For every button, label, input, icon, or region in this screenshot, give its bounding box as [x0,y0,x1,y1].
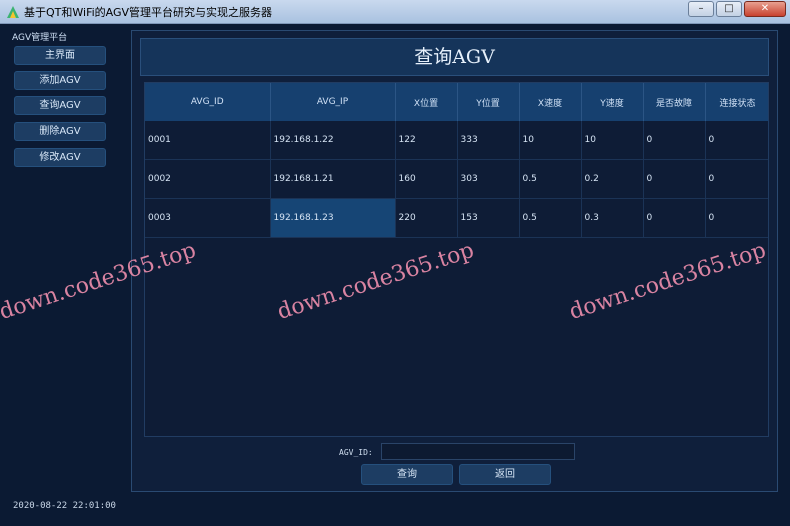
table-cell[interactable]: 0.5 [519,159,582,199]
maximize-button[interactable]: □ [716,1,742,17]
sidebar-item-delete-agv[interactable]: 删除AGV [14,122,106,141]
back-button[interactable]: 返回 [459,464,551,485]
table-cell[interactable]: 0.3 [581,198,644,238]
minimize-button[interactable]: – [688,1,714,17]
sidebar-item-add-agv[interactable]: 添加AGV [14,71,106,90]
datetime-label: 2020-08-22 22:01:00 [13,501,116,511]
sidebar-item-home[interactable]: 主界面 [14,46,106,65]
table-cell[interactable]: 333 [457,121,520,160]
column-header[interactable]: AVG_ID [145,83,271,121]
table-cell[interactable]: 160 [395,159,458,199]
table-cell[interactable]: 0 [705,198,768,238]
column-header[interactable]: Y位置 [457,83,520,121]
table-cell[interactable]: 220 [395,198,458,238]
agv-id-input[interactable] [381,443,575,460]
table-row[interactable]: 0002 192.168.1.21 160 303 0.5 0.2 0 0 [145,159,768,199]
table-cell[interactable]: 153 [457,198,520,238]
table-row[interactable]: 0001 192.168.1.22 122 333 10 10 0 0 [145,121,768,160]
table-cell[interactable]: 192.168.1.22 [270,121,396,160]
app-icon [7,6,19,18]
table-cell[interactable]: 0.2 [581,159,644,199]
table-cell[interactable]: 0 [643,159,706,199]
table-cell[interactable]: 192.168.1.21 [270,159,396,199]
table-cell[interactable]: 0 [705,121,768,160]
sidebar-item-query-agv[interactable]: 查询AGV [14,96,106,115]
table-header-row: AVG_ID AVG_IP X位置 Y位置 X速度 Y速度 是否故障 连接状态 [145,83,768,121]
table-cell[interactable]: 122 [395,121,458,160]
table-cell-selected[interactable]: 192.168.1.23 [270,198,396,238]
window-title: 基于QT和WiFi的AGV管理平台研究与实现之服务器 [24,6,273,19]
table-cell[interactable]: 10 [519,121,582,160]
table-cell[interactable]: 0 [643,198,706,238]
table-cell[interactable]: 0 [705,159,768,199]
table-row[interactable]: 0003 192.168.1.23 220 153 0.5 0.3 0 0 [145,198,768,238]
column-header[interactable]: 连接状态 [705,83,768,121]
column-header[interactable]: Y速度 [581,83,644,121]
close-button[interactable]: ✕ [744,1,786,17]
sidebar-item-edit-agv[interactable]: 修改AGV [14,148,106,167]
window-titlebar: 基于QT和WiFi的AGV管理平台研究与实现之服务器 – □ ✕ [0,0,790,24]
column-header[interactable]: X速度 [519,83,582,121]
sidebar-title: AGV管理平台 [12,33,68,43]
column-header[interactable]: 是否故障 [643,83,706,121]
page-title: 查询AGV [140,38,769,76]
table-cell[interactable]: 0002 [145,159,271,199]
agv-id-label: AGV_ID: [339,448,373,457]
table-cell[interactable]: 0.5 [519,198,582,238]
query-button[interactable]: 查询 [361,464,453,485]
column-header[interactable]: X位置 [395,83,458,121]
column-header[interactable]: AVG_IP [270,83,396,121]
table-cell[interactable]: 10 [581,121,644,160]
table-cell[interactable]: 303 [457,159,520,199]
table-cell[interactable]: 0003 [145,198,271,238]
table-cell[interactable]: 0001 [145,121,271,160]
table-cell[interactable]: 0 [643,121,706,160]
